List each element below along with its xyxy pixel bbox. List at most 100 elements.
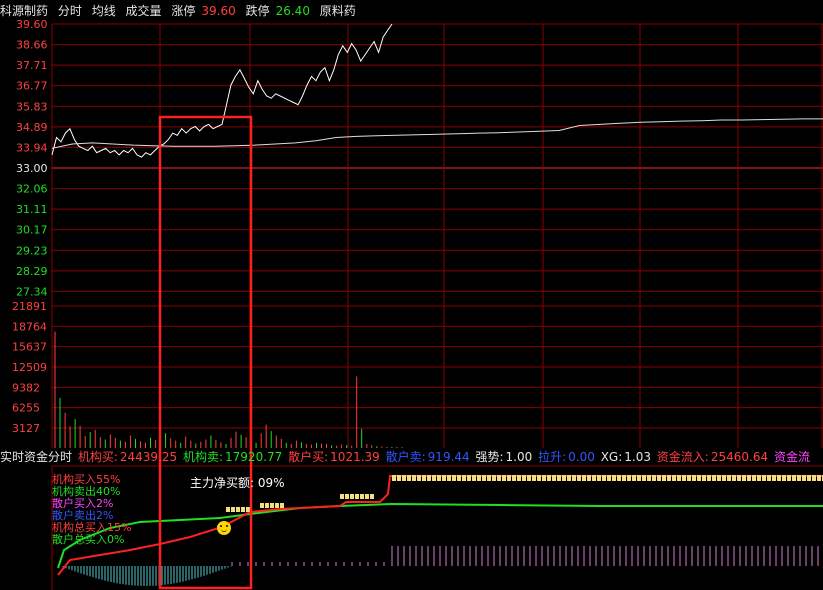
smiley-icon [217, 521, 231, 535]
yellow-block [402, 475, 406, 481]
yellow-block [355, 494, 359, 499]
yellow-block [752, 475, 756, 481]
yellow-block [782, 475, 786, 481]
yellow-block [512, 475, 516, 481]
yellow-block [236, 507, 240, 512]
price-tick-label: 32.06 [16, 183, 48, 196]
yellow-block [447, 475, 451, 481]
strength-value: 1.00 [505, 450, 533, 464]
yellow-block [427, 475, 431, 481]
yellow-block [517, 475, 521, 481]
yellow-block [417, 475, 421, 481]
yellow-block [682, 475, 686, 481]
xg-value: 1.03 [624, 450, 651, 464]
pull-label: 拉升: [538, 450, 567, 464]
yellow-block [757, 475, 761, 481]
yellow-block [407, 475, 411, 481]
sector-label[interactable]: 原料药 [320, 4, 356, 18]
yellow-block [652, 475, 656, 481]
yellow-block [687, 475, 691, 481]
retail-sell-label: 散户卖: [385, 450, 426, 464]
yellow-block [365, 494, 369, 499]
yellow-block [492, 475, 496, 481]
yellow-block [632, 475, 636, 481]
volume-tick-label: 21891 [12, 300, 47, 313]
highlight-box [158, 115, 253, 590]
inst-sell-value: 17920.77 [225, 450, 283, 464]
yellow-block [722, 475, 726, 481]
price-tick-label: 34.89 [16, 121, 48, 134]
yellow-block [452, 475, 456, 481]
limit-down-label: 跌停 [245, 4, 270, 18]
yellow-block [572, 475, 576, 481]
volume-tick-label: 15637 [12, 341, 47, 354]
yellow-block [522, 475, 526, 481]
volume-tick-label: 6255 [12, 402, 40, 415]
yellow-block [762, 475, 766, 481]
yellow-block [807, 475, 811, 481]
yellow-block [587, 475, 591, 481]
price-tick-label: 33.00 [16, 162, 48, 175]
inflow-label: 资金流入: [656, 450, 709, 464]
price-tick-label: 36.77 [16, 80, 48, 93]
yellow-block [432, 475, 436, 481]
yellow-block [345, 494, 349, 499]
yellow-block [792, 475, 796, 481]
inst-sell-label: 机构卖: [182, 450, 224, 464]
volume-tick-label: 3127 [12, 422, 40, 435]
yellow-block [280, 503, 284, 508]
yellow-block [437, 475, 441, 481]
limit-down-value: 26.40 [275, 4, 310, 18]
yellow-block [462, 475, 466, 481]
chart-header: 科源制药 分时 均线 成交量 涨停 39.60 跌停 26.40 原料药 [0, 0, 823, 22]
yellow-block [457, 475, 461, 481]
yellow-block [737, 475, 741, 481]
yellow-block [241, 507, 245, 512]
yellow-block [442, 475, 446, 481]
yellow-block [527, 475, 531, 481]
price-tick-label: 35.83 [16, 100, 48, 113]
avg-price-line [51, 118, 823, 149]
price-tick-label: 28.29 [16, 265, 48, 278]
retail-buy-value: 1021.39 [330, 450, 380, 464]
view-mode[interactable]: 分时 [58, 4, 82, 18]
volume-tick-label: 12509 [12, 361, 47, 374]
pull-value: 0.00 [568, 450, 595, 464]
yellow-block [732, 475, 736, 481]
yellow-block [532, 475, 536, 481]
yellow-block [412, 475, 416, 481]
intraday-chart-window: 39.60 38.66 37.71 36.77 35.83 34.89 33.94 33.00… [0, 0, 823, 590]
yellow-block [370, 494, 374, 499]
yellow-block [552, 475, 556, 481]
limit-up-value: 39.60 [201, 4, 236, 18]
legend-retail-total-buy: 散户总买入0% [52, 533, 125, 546]
yellow-block [487, 475, 491, 481]
yellow-block [767, 475, 771, 481]
inflow-value: 25460.64 [710, 450, 769, 464]
yellow-block [472, 475, 476, 481]
yellow-block [692, 475, 696, 481]
xg-label: XG: [600, 450, 623, 464]
retail-sell-value: 919.44 [427, 450, 470, 464]
yellow-block [422, 475, 426, 481]
yellow-block [612, 475, 616, 481]
yellow-block [360, 494, 364, 499]
yellow-block [677, 475, 681, 481]
yellow-block [577, 475, 581, 481]
yellow-block [742, 475, 746, 481]
yellow-block [557, 475, 561, 481]
yellow-block [667, 475, 671, 481]
yellow-block [772, 475, 776, 481]
yellow-block [602, 475, 606, 481]
stock-name[interactable]: 科源制药 [0, 4, 48, 18]
yellow-block [542, 475, 546, 481]
limit-up-label: 涨停 [171, 4, 196, 18]
yellow-block [802, 475, 806, 481]
yellow-block [727, 475, 731, 481]
yellow-block [537, 475, 541, 481]
yellow-block [777, 475, 781, 481]
yellow-block [260, 503, 264, 508]
yellow-block [607, 475, 611, 481]
yellow-block [812, 475, 816, 481]
chart-canvas[interactable]: 39.60 38.66 37.71 36.77 35.83 34.89 33.94 33.00… [0, 0, 823, 590]
